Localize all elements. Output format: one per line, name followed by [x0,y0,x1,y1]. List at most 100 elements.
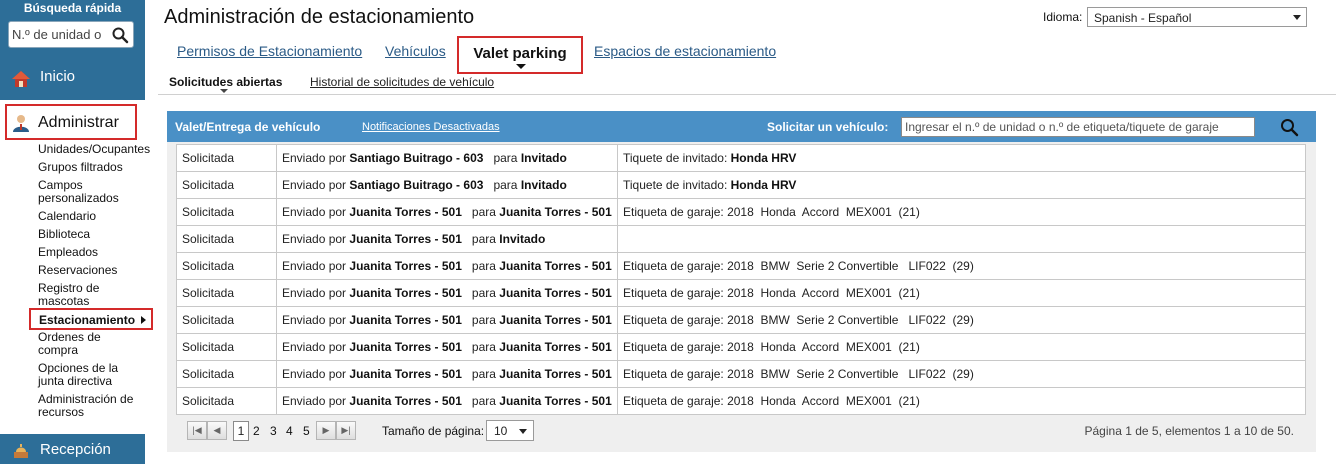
row-status: Solicitada [176,306,277,334]
row-vehicle: Etiqueta de garaje: 2018 Honda Accord ME… [617,387,1306,415]
sidebar-item-reservaciones[interactable]: Reservaciones [38,264,145,277]
sent-by-label: Enviado por [282,259,347,273]
panel-title: Valet/Entrega de vehículo [175,120,321,134]
reception-bell-icon [14,444,28,458]
language-label: Idioma: [1043,10,1083,24]
row-status: Solicitada [176,279,277,307]
table-row[interactable]: Solicitada Enviado por Juanita Torres - 5… [176,387,1306,415]
nav-administrar[interactable]: Administrar [5,104,137,140]
next-page-icon: ▶ [322,425,330,435]
tab-valet-parking-label: Valet parking [473,45,567,62]
chevron-down-icon [1293,15,1301,20]
caret-down-icon [516,64,526,69]
page-size-label: Tamaño de página: [382,424,485,438]
quick-search-title: Búsqueda rápida [23,1,122,15]
tab-valet-parking[interactable]: Valet parking [457,36,583,74]
row-sender: Enviado por Santiago Buitrago - 603 para… [276,144,618,172]
table-row[interactable]: Solicitada Enviado por Juanita Torres - 5… [176,279,1306,307]
last-page-button[interactable]: ▶| [336,421,356,440]
request-vehicle-input[interactable] [901,117,1255,137]
nav-administrar-label: Administrar [38,114,119,131]
page-number-current[interactable]: 1 [233,421,249,441]
table-row[interactable]: Solicitada Enviado por Juanita Torres - 5… [176,333,1306,361]
table-row[interactable]: Solicitada Enviado por Santiago Buitrago … [176,171,1306,199]
sender-name: Juanita Torres - 501 [349,205,462,219]
recipient-name: Juanita Torres - 501 [499,313,612,327]
page-number[interactable]: 3 [270,424,277,438]
for-label: para [471,394,496,408]
notifications-link[interactable]: Notificaciones Desactivadas [362,121,500,133]
row-sender: Enviado por Juanita Torres - 501 para Ju… [276,279,618,307]
row-status: Solicitada [176,144,277,172]
language-select[interactable]: Spanish - Español [1087,7,1307,27]
table-row[interactable]: Solicitada Enviado por Juanita Torres - 5… [176,252,1306,280]
tab-permisos[interactable]: Permisos de Estacionamiento [177,43,362,59]
sender-name: Santiago Buitrago - 603 [349,151,484,165]
page-size-select[interactable]: 10 [486,420,534,441]
vehicle-name: Honda HRV [730,178,797,192]
recipient-name: Juanita Torres - 501 [499,205,612,219]
last-page-icon: ▶| [341,425,351,435]
page-number[interactable]: 5 [303,424,310,438]
sent-by-label: Enviado por [282,205,347,219]
sent-by-label: Enviado por [282,286,347,300]
for-label: para [471,259,496,273]
row-vehicle: Tiquete de invitado: Honda HRV [617,171,1306,199]
next-page-button[interactable]: ▶ [316,421,336,440]
sidebar-item-calendario[interactable]: Calendario [38,210,145,223]
sidebar-item-empleados[interactable]: Empleados [38,246,145,259]
nav-recepcion[interactable]: Recepción [0,434,145,464]
sidebar: Búsqueda rápida Inicio Administrar Unida [0,0,153,464]
page-title: Administración de estacionamiento [164,6,475,28]
sidebar-item-junta-directiva[interactable]: Opciones de la junta directiva [38,362,126,388]
sidebar-item-biblioteca[interactable]: Biblioteca [38,228,145,241]
row-sender: Enviado por Juanita Torres - 501 para Ju… [276,387,618,415]
row-sender: Enviado por Juanita Torres - 501 para Ju… [276,360,618,388]
vehicle-label: Etiqueta de garaje: 2018 Honda Accord ME… [623,205,920,219]
table-row[interactable]: Solicitada Enviado por Juanita Torres - 5… [176,306,1306,334]
table-row[interactable]: Solicitada Enviado por Juanita Torres - 5… [176,360,1306,388]
sidebar-item-administracion-recursos[interactable]: Administración de recursos [38,393,138,419]
for-label: para [471,286,496,300]
request-vehicle-label: Solicitar un vehículo: [767,120,889,134]
quick-search-box [8,21,134,48]
page-number[interactable]: 2 [253,424,260,438]
subtab-historial[interactable]: Historial de solicitudes de vehículo [310,75,494,89]
search-icon[interactable] [1279,117,1299,137]
caret-right-icon [141,316,146,324]
row-sender: Enviado por Juanita Torres - 501 para Ju… [276,252,618,280]
row-sender: Enviado por Juanita Torres - 501 para Ju… [276,306,618,334]
recipient-name: Invitado [520,151,567,165]
for-label: para [493,178,518,192]
search-icon[interactable] [111,26,129,44]
row-sender: Enviado por Juanita Torres - 501 para Ju… [276,198,618,226]
first-page-button[interactable]: |◀ [187,421,207,440]
sender-name: Juanita Torres - 501 [349,286,462,300]
tab-espacios[interactable]: Espacios de estacionamiento [594,43,776,59]
sidebar-item-registro-mascotas[interactable]: Registro de mascotas [38,282,118,308]
sidebar-item-estacionamiento[interactable]: Estacionamiento [29,308,153,330]
sent-by-label: Enviado por [282,313,347,327]
sender-name: Juanita Torres - 501 [349,394,462,408]
caret-down-icon [220,89,228,93]
tab-vehiculos[interactable]: Vehículos [385,43,446,59]
table-row[interactable]: Solicitada Enviado por Santiago Buitrago … [176,144,1306,172]
sidebar-item-unidades[interactable]: Unidades/Ocupantes [38,143,150,156]
row-vehicle: Tiquete de invitado: Honda HRV [617,144,1306,172]
nav-inicio[interactable]: Inicio [0,56,145,100]
sidebar-item-campos-personalizados[interactable]: Campos personalizados [38,179,130,205]
prev-page-button[interactable]: ◀ [207,421,227,440]
page-number[interactable]: 4 [286,424,293,438]
subtab-solicitudes-abiertas[interactable]: Solicitudes abiertas [169,75,282,93]
recipient-name: Juanita Torres - 501 [499,394,612,408]
row-vehicle: Etiqueta de garaje: 2018 BMW Serie 2 Con… [617,306,1306,334]
pager-info: Página 1 de 5, elementos 1 a 10 de 50. [1084,424,1295,438]
table-row[interactable]: Solicitada Enviado por Juanita Torres - 5… [176,198,1306,226]
table-row[interactable]: Solicitada Enviado por Juanita Torres - 5… [176,225,1306,253]
sidebar-item-ordenes-compra[interactable]: Ordenes de compra [38,331,118,357]
sidebar-item-grupos-filtrados[interactable]: Grupos filtrados [38,161,145,174]
row-vehicle: Etiqueta de garaje: 2018 BMW Serie 2 Con… [617,252,1306,280]
page-size-value: 10 [494,424,508,438]
quick-search-input[interactable] [12,25,108,44]
language-value: Spanish - Español [1094,11,1192,25]
